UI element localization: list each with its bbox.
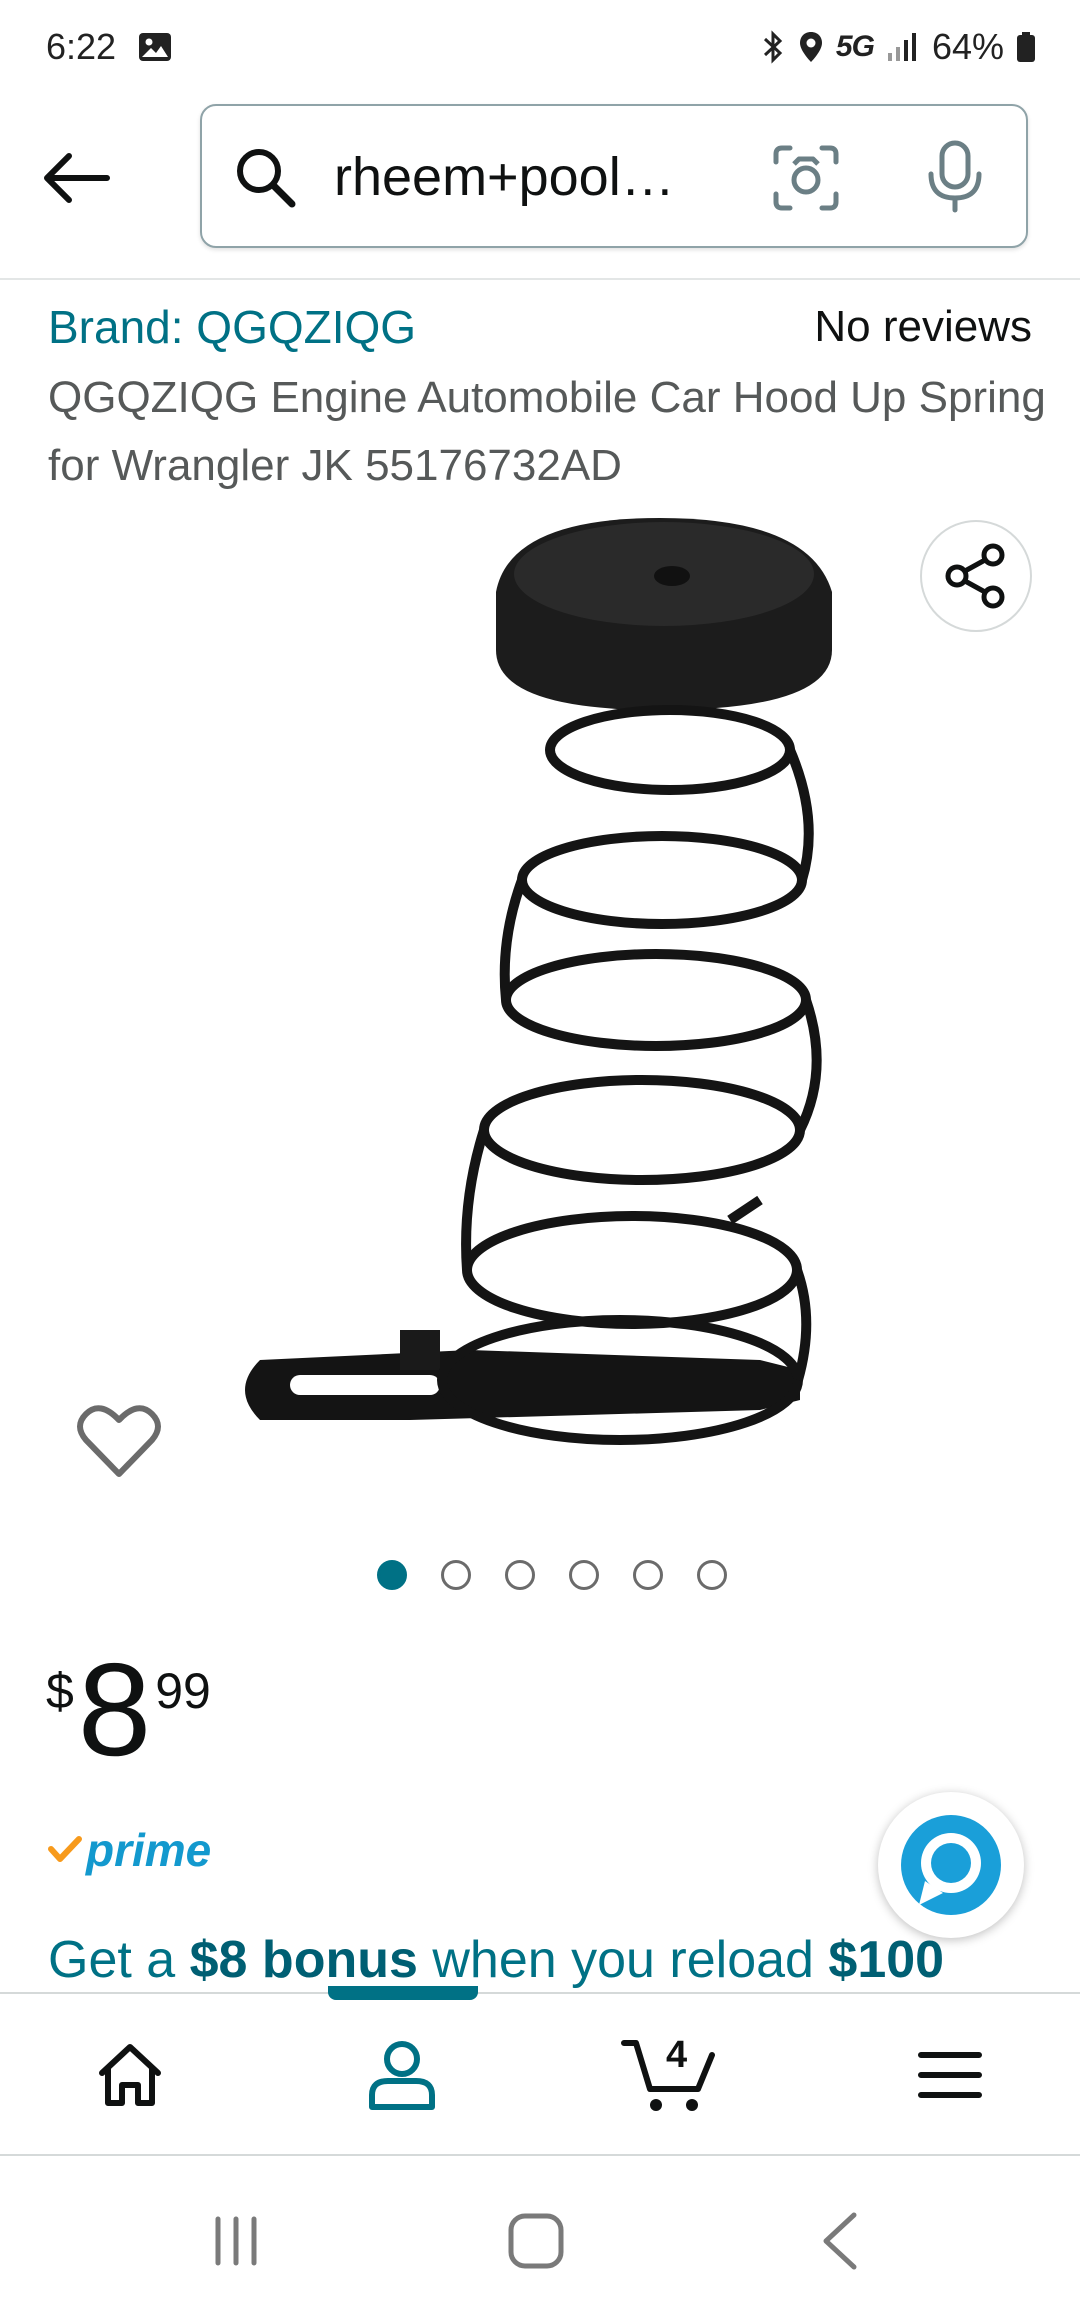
nav-account[interactable]	[352, 2030, 452, 2120]
alexa-button[interactable]	[878, 1792, 1024, 1938]
network-type: 5G	[835, 30, 875, 63]
recent-apps-button[interactable]	[196, 2206, 276, 2276]
carousel-dot[interactable]	[633, 1560, 663, 1590]
bottom-nav: 4	[0, 1986, 1080, 2156]
arrow-left-icon	[44, 153, 110, 203]
reload-promo-link[interactable]: Get a $8 bonus when you reload $100	[48, 1930, 944, 1990]
checkmark-icon	[48, 1836, 82, 1862]
bluetooth-icon	[763, 30, 783, 64]
alexa-icon	[901, 1815, 1001, 1915]
share-icon	[945, 543, 1005, 609]
price: $ 8 99	[46, 1640, 211, 1780]
chevron-left-icon	[823, 2212, 857, 2270]
signal-icon	[887, 33, 916, 61]
gallery-notification-icon	[139, 33, 171, 61]
status-bar: 6:22 5G 64%	[0, 0, 1080, 96]
promo-amount: $100	[828, 1931, 945, 1989]
carousel-dot[interactable]	[569, 1560, 599, 1590]
nav-menu[interactable]	[900, 2030, 1000, 2120]
price-whole: 8	[77, 1636, 152, 1783]
promo-text-1: Get a	[48, 1931, 190, 1989]
search-header: rheem+pool…	[0, 96, 1080, 280]
product-image[interactable]	[200, 500, 880, 1500]
microphone-icon[interactable]	[924, 140, 986, 214]
nav-home[interactable]	[80, 2030, 180, 2120]
system-back-button[interactable]	[800, 2206, 880, 2276]
system-nav-bar	[0, 2156, 1080, 2316]
search-input[interactable]: rheem+pool…	[200, 104, 1028, 248]
back-button[interactable]	[36, 138, 116, 218]
carousel-dot[interactable]	[377, 1560, 407, 1590]
hamburger-menu-icon	[918, 2052, 982, 2098]
carousel-dot[interactable]	[441, 1560, 471, 1590]
search-icon	[237, 149, 296, 208]
carousel-dot[interactable]	[505, 1560, 535, 1590]
product-title: QGQZIQG Engine Automobile Car Hood Up Sp…	[48, 373, 1046, 490]
heart-icon[interactable]	[76, 1400, 162, 1480]
home-square-icon	[508, 2213, 564, 2269]
promo-text-2: when you reload	[417, 1931, 829, 1989]
price-fraction: 99	[155, 1663, 211, 1719]
location-icon	[799, 32, 822, 62]
status-icons: 5G 64%	[760, 26, 1036, 68]
cart-count: 4	[666, 2034, 688, 2076]
nav-cart[interactable]: 4	[620, 2030, 720, 2120]
battery-percent: 64%	[931, 26, 1004, 67]
recent-apps-icon	[215, 2216, 257, 2266]
camera-search-icon[interactable]	[772, 144, 840, 212]
price-symbol: $	[46, 1663, 74, 1719]
user-icon	[369, 2041, 435, 2110]
battery-icon	[1017, 32, 1035, 62]
share-button[interactable]	[920, 520, 1032, 632]
system-home-button[interactable]	[496, 2206, 576, 2276]
promo-bonus: $8 bonus	[189, 1931, 418, 1989]
image-carousel-dots	[0, 1560, 1080, 1590]
home-icon	[99, 2044, 161, 2106]
reviews-count[interactable]: No reviews	[814, 302, 1032, 352]
search-query: rheem+pool…	[334, 147, 675, 207]
carousel-dot[interactable]	[697, 1560, 727, 1590]
brand-link[interactable]: Brand: QGQZIQG	[48, 300, 416, 354]
prime-label: prime	[86, 1824, 212, 1876]
status-time: 6:22	[46, 26, 117, 67]
active-tab-indicator	[328, 1986, 478, 2000]
prime-badge: prime	[48, 1822, 211, 1878]
